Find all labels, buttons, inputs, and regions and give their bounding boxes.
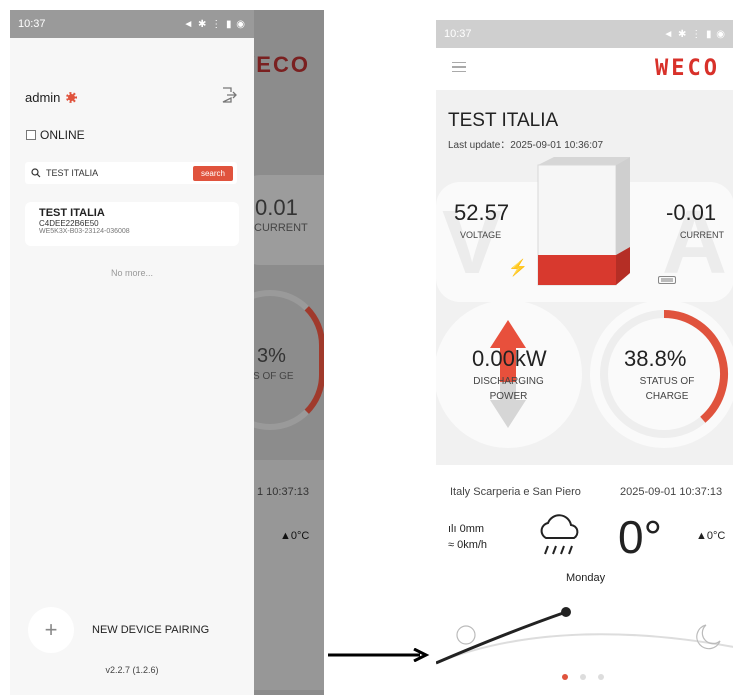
soc-value: 38.8%: [624, 346, 687, 371]
no-more-text: No more...: [110, 268, 153, 278]
pairing-label: NEW DEVICE PAIRING: [92, 624, 210, 636]
status-bar: 10:37 ◄ ✱ ⋮ ▮ ◉: [10, 10, 254, 38]
device-title: TEST ITALIA: [448, 110, 559, 131]
search-icon: [31, 168, 41, 178]
soc-label-line1: STATUS OF: [639, 376, 695, 387]
page-dot-3[interactable]: [598, 674, 604, 680]
wind-speed: ≈ 0km/h: [448, 539, 487, 551]
username: admin: [25, 90, 61, 105]
app-version: v2.2.7 (1.2.6): [105, 665, 159, 675]
background-weather-temp: ▲0°C: [280, 530, 310, 542]
voltage-value: 52.57: [454, 200, 510, 225]
brand-logo: WECO: [655, 56, 720, 81]
current-value: -0.01: [666, 200, 717, 225]
status-icons: ◄ ✱ ⋮ ▮ ◉: [663, 28, 726, 40]
logout-icon[interactable]: [220, 86, 238, 104]
gear-icon[interactable]: [66, 92, 78, 103]
online-label: ONLINE: [40, 128, 85, 142]
online-filter[interactable]: ONLINE: [26, 128, 85, 142]
search-value[interactable]: TEST ITALIA: [46, 168, 188, 178]
temperature: 0°: [618, 511, 662, 563]
lightning-icon: ⚡: [508, 260, 528, 277]
power-value: 0.00kW: [472, 346, 547, 371]
rain-cloud-icon: [540, 514, 579, 555]
background-current-value: 0.01: [255, 195, 298, 220]
background-current-label: CURRENT: [254, 222, 308, 234]
last-update: Last update：2025-09-01 10:36:07: [448, 140, 604, 151]
weekday: Monday: [566, 572, 606, 584]
rain-value: 0mm: [459, 523, 485, 535]
menu-icon[interactable]: [452, 62, 466, 72]
power-label: DISCHARGING POWER: [436, 374, 581, 404]
top-bar: WECO: [436, 48, 733, 90]
user-row[interactable]: admin: [25, 90, 78, 105]
page-indicator[interactable]: [562, 674, 604, 680]
left-phone-screen: WECO 0.01 CURRENT 3% S OF GE 1 10:37:13 …: [10, 10, 324, 695]
battery-icon: [658, 276, 676, 284]
device-name: TEST ITALIA: [39, 207, 105, 219]
soc-label: STATUS OF CHARGE: [602, 374, 732, 404]
background-soc-label: S OF GE: [253, 371, 294, 382]
status-time: 10:37: [444, 28, 472, 40]
status-icons: ◄ ✱ ⋮ ▮ ◉: [183, 18, 246, 30]
background-weather-time: 1 10:37:13: [257, 486, 309, 498]
soc-label-line2: CHARGE: [645, 391, 689, 402]
search-button[interactable]: search: [192, 165, 233, 181]
arrow-right-icon: [328, 648, 430, 662]
new-device-pairing[interactable]: + NEW DEVICE PAIRING: [28, 607, 209, 653]
page-dot-2[interactable]: [580, 674, 586, 680]
status-time: 10:37: [18, 18, 46, 30]
side-drawer: 10:37 ◄ ✱ ⋮ ▮ ◉ admin ONLINE TEST ITALIA…: [10, 10, 254, 695]
rain-icon: ılı: [448, 523, 460, 535]
weather-time: 2025-09-01 10:37:13: [620, 486, 723, 498]
search-input[interactable]: TEST ITALIA search: [25, 162, 237, 184]
battery-illustration: [537, 157, 630, 286]
rain-amount: ılı 0mm: [448, 523, 484, 535]
weather-location: Italy Scarperia e San Piero: [450, 486, 581, 498]
right-phone-screen: 10:37 ◄ ✱ ⋮ ▮ ◉ WECO TEST ITALIA Last up…: [436, 20, 733, 695]
wind-value: 0km/h: [457, 539, 488, 551]
status-bar: 10:37 ◄ ✱ ⋮ ▮ ◉: [436, 20, 733, 48]
page-dot-1[interactable]: [562, 674, 568, 680]
temperature-small: ▲0°C: [696, 530, 726, 542]
device-serial: WE5K3X-B03-23124-036008: [39, 228, 130, 235]
voltage-label: VOLTAGE: [460, 230, 502, 240]
wind-icon: ≈: [448, 539, 458, 551]
power-label-line2: POWER: [489, 391, 528, 402]
background-soc-value: 3%: [257, 345, 286, 367]
device-id: C4DEE22B6E50: [39, 219, 99, 228]
device-list-item[interactable]: TEST ITALIA C4DEE22B6E50 WE5K3X-B03-2312…: [25, 202, 239, 246]
current-label: CURRENT: [680, 230, 724, 240]
online-checkbox[interactable]: [26, 130, 36, 140]
plus-icon[interactable]: +: [28, 607, 74, 653]
power-label-line1: DISCHARGING: [473, 376, 544, 387]
